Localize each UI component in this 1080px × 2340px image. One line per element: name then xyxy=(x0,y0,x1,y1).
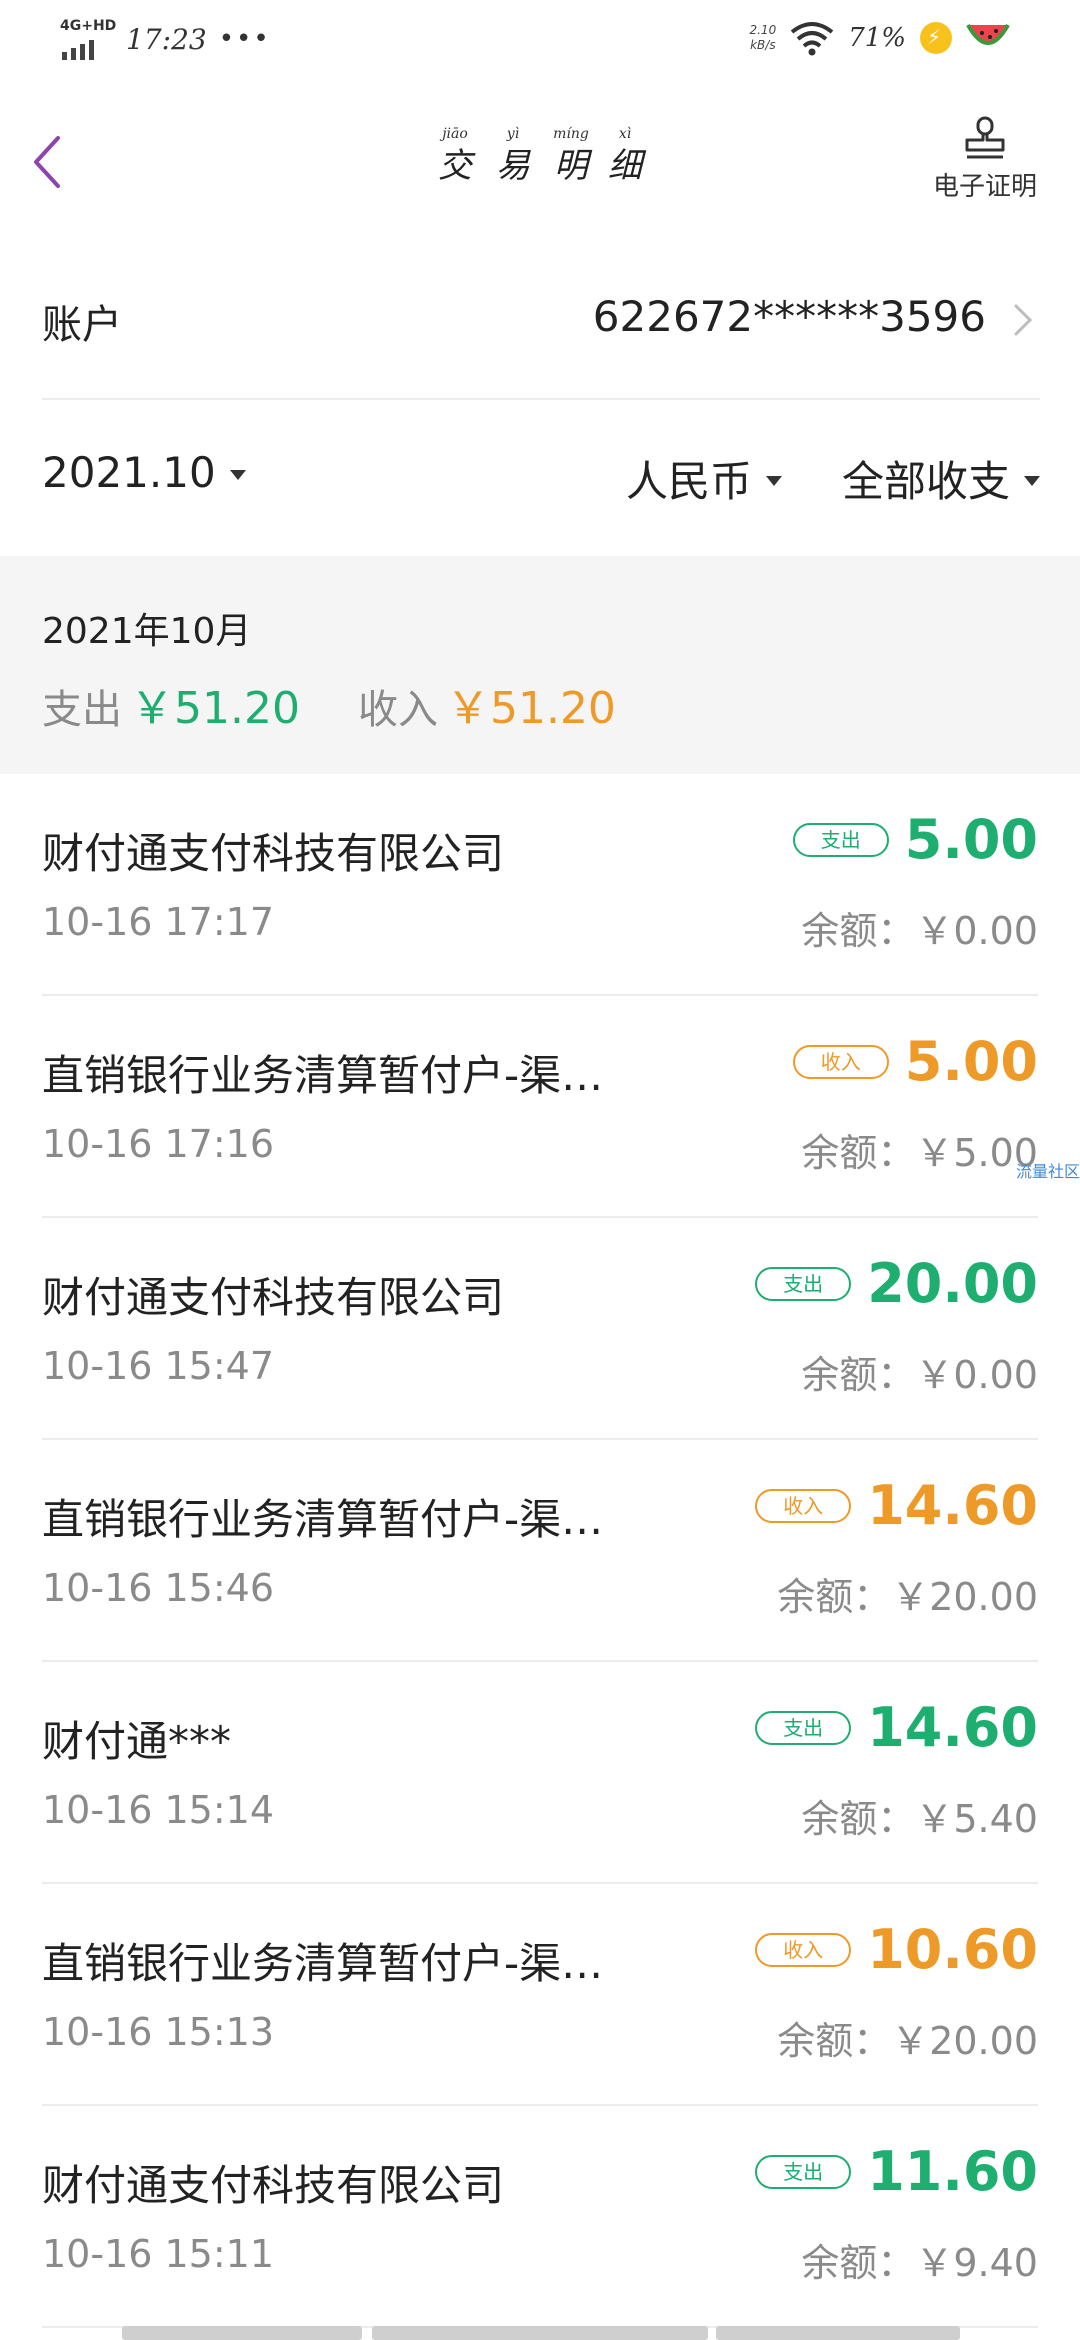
month-dropdown[interactable]: 2021.10 xyxy=(42,448,246,497)
transaction-amount: 20.00 xyxy=(867,1252,1038,1315)
e-certificate-label: 电子证明 xyxy=(932,172,1037,202)
transaction-name: 财付通*** xyxy=(42,1717,232,1766)
dropdown-triangle-icon xyxy=(766,475,782,486)
transaction-balance: 余额：￥0.00 xyxy=(801,1353,1038,1397)
transaction-amount: 14.60 xyxy=(867,1696,1038,1759)
title-char: jiāo 交 xyxy=(438,126,472,186)
watermelon-icon xyxy=(966,24,1010,45)
monthly-summary: 2021年10月 支出 ￥51.20 收入 ￥51.20 xyxy=(0,556,1080,774)
transaction-name: 直销银行业务清算暂付户-渠… xyxy=(42,1939,604,1988)
transaction-time: 10-16 15:11 xyxy=(42,2232,275,2276)
transaction-balance: 余额：￥0.00 xyxy=(801,909,1038,953)
dropdown-triangle-icon xyxy=(229,469,246,480)
transaction-time: 10-16 15:13 xyxy=(42,2010,275,2054)
currency-dropdown-label: 人民币 xyxy=(625,457,752,506)
transaction-row[interactable]: 直销银行业务清算暂付户-渠… 10-16 15:13 收入 10.60 余额：￥2… xyxy=(0,1884,1080,2106)
transaction-balance: 余额：￥5.40 xyxy=(801,1797,1038,1841)
transaction-time: 10-16 17:17 xyxy=(42,900,275,944)
network-type: 4G+HD xyxy=(60,18,117,34)
title-char: yì 易 xyxy=(496,126,530,186)
status-left: 4G+HD 17:23 ••• xyxy=(58,18,271,60)
transaction-balance: 余额：￥20.00 xyxy=(777,2019,1038,2063)
page-title: jiāo 交 yì 易 míng 明 xì 细 xyxy=(430,124,650,194)
network-speed: 2.10 kB/s xyxy=(749,23,776,53)
account-label: 账户 xyxy=(42,302,122,348)
watermark: 流量社区 xyxy=(1015,1162,1080,1181)
stamp-icon xyxy=(965,116,1005,159)
more-notifications-icon: ••• xyxy=(218,24,271,54)
chevron-right-icon xyxy=(1014,304,1033,336)
transaction-time: 10-16 15:14 xyxy=(42,1788,275,1832)
transaction-type-badge: 支出 xyxy=(792,822,889,857)
transaction-amount: 5.00 xyxy=(904,1030,1038,1093)
nav-bar: jiāo 交 yì 易 míng 明 xì 细 电子证明 xyxy=(0,80,1080,240)
transaction-row[interactable]: 财付通支付科技有限公司 10-16 17:17 支出 5.00 余额：￥0.00 xyxy=(0,774,1080,996)
income-label: 收入 xyxy=(357,687,438,733)
transaction-row[interactable]: 财付通*** 10-16 15:14 支出 14.60 余额：￥5.40 xyxy=(0,1662,1080,1884)
transaction-amount: 10.60 xyxy=(867,1918,1038,1981)
transaction-balance: 余额：￥5.00 xyxy=(801,1131,1038,1175)
month-dropdown-label: 2021.10 xyxy=(42,448,216,497)
transaction-row[interactable]: 财付通支付科技有限公司 10-16 15:11 支出 11.60 余额：￥9.40 xyxy=(0,2106,1080,2328)
type-dropdown[interactable]: 全部收支 xyxy=(842,448,1040,509)
back-button[interactable] xyxy=(22,116,82,206)
currency-dropdown[interactable]: 人民币 xyxy=(626,448,782,509)
transaction-name: 直销银行业务清算暂付户-渠… xyxy=(42,1495,604,1544)
transaction-time: 10-16 15:46 xyxy=(42,1566,275,1610)
transaction-amount: 5.00 xyxy=(904,808,1038,871)
transaction-time: 10-16 15:47 xyxy=(42,1344,275,1388)
battery-level: 71% xyxy=(848,23,906,53)
summary-totals: 支出 ￥51.20 收入 ￥51.20 xyxy=(42,672,616,736)
transaction-balance: 余额：￥9.40 xyxy=(801,2241,1038,2285)
expense-label: 支出 xyxy=(42,687,122,733)
transaction-type-badge: 支出 xyxy=(755,1266,852,1301)
income-total: ￥51.20 xyxy=(445,683,616,734)
back-arrow-icon xyxy=(34,136,60,188)
transaction-type-badge: 收入 xyxy=(755,1932,852,1967)
title-char: xì 细 xyxy=(608,126,642,186)
signal-icon: 4G+HD xyxy=(58,18,117,60)
transaction-amount: 11.60 xyxy=(867,2140,1038,2203)
wifi-icon xyxy=(790,22,834,56)
summary-month: 2021年10月 xyxy=(42,611,252,652)
transaction-list: 财付通支付科技有限公司 10-16 17:17 支出 5.00 余额：￥0.00 … xyxy=(0,774,1080,2328)
charging-icon xyxy=(920,22,952,54)
transaction-row[interactable]: 财付通支付科技有限公司 10-16 15:47 支出 20.00 余额：￥0.00 xyxy=(0,1218,1080,1440)
e-certificate-button[interactable]: 电子证明 xyxy=(920,114,1050,214)
network-speed-unit: kB/s xyxy=(750,38,776,52)
transaction-amount: 14.60 xyxy=(867,1474,1038,1537)
clock: 17:23 xyxy=(126,22,207,56)
transaction-type-badge: 支出 xyxy=(755,2154,852,2189)
transaction-name: 财付通支付科技有限公司 xyxy=(42,2161,505,2210)
transaction-name: 财付通支付科技有限公司 xyxy=(42,829,505,878)
title-char: míng 明 xyxy=(553,126,589,186)
network-speed-value: 2.10 xyxy=(749,23,777,37)
status-bar: 4G+HD 17:23 ••• 2.10 kB/s 71% xyxy=(0,0,1080,80)
account-number: 622672******3596 xyxy=(592,292,986,341)
transaction-type-badge: 收入 xyxy=(792,1044,889,1079)
bottom-toolbar-edge xyxy=(0,2326,1080,2340)
transaction-name: 直销银行业务清算暂付户-渠… xyxy=(42,1051,604,1100)
expense-total: ￥51.20 xyxy=(130,683,300,734)
transaction-type-badge: 支出 xyxy=(755,1710,852,1745)
transaction-time: 10-16 17:16 xyxy=(42,1122,275,1166)
filter-bar: 2021.10 人民币 全部收支 xyxy=(42,398,1040,556)
transaction-row[interactable]: 直销银行业务清算暂付户-渠… 10-16 17:16 收入 5.00 余额：￥5.… xyxy=(0,996,1080,1218)
status-right: 2.10 kB/s 71% xyxy=(749,20,1010,56)
transaction-type-badge: 收入 xyxy=(755,1488,852,1523)
transaction-row[interactable]: 直销银行业务清算暂付户-渠… 10-16 15:46 收入 14.60 余额：￥2… xyxy=(0,1440,1080,1662)
account-selector[interactable]: 账户 622672******3596 xyxy=(42,270,1040,400)
transaction-name: 财付通支付科技有限公司 xyxy=(42,1273,505,1322)
dropdown-triangle-icon xyxy=(1024,475,1040,486)
transaction-balance: 余额：￥20.00 xyxy=(777,1575,1038,1619)
type-dropdown-label: 全部收支 xyxy=(841,457,1010,506)
